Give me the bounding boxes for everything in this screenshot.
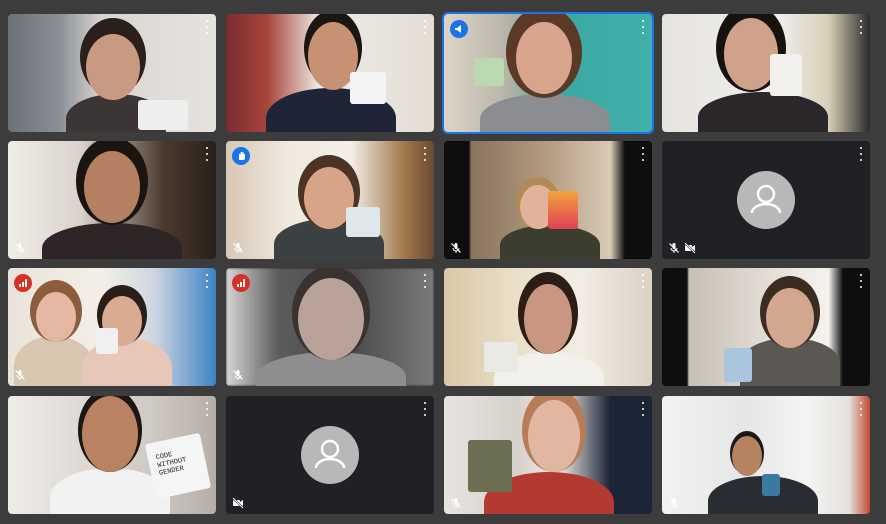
signal-bars-icon <box>232 274 250 292</box>
participant-tile-4[interactable] <box>662 14 870 132</box>
person-face <box>84 151 140 223</box>
mug <box>468 440 512 492</box>
participant-tile-15[interactable] <box>444 396 652 514</box>
mug <box>346 207 380 237</box>
participant-tile-2[interactable] <box>226 14 434 132</box>
mic-off-icon <box>15 243 25 253</box>
mic-off-icon <box>451 243 461 253</box>
mug <box>548 191 578 229</box>
participant-tile-5[interactable] <box>8 141 216 259</box>
mug <box>350 72 386 104</box>
raised-hand-icon <box>232 147 250 165</box>
participant-tile-9[interactable] <box>8 268 216 386</box>
signal-bars-icon <box>14 274 32 292</box>
mug <box>484 342 518 372</box>
mic-off-icon <box>233 370 243 380</box>
participant-tile-3[interactable] <box>444 14 652 132</box>
more-options-icon[interactable] <box>856 146 866 162</box>
more-options-icon[interactable] <box>420 401 430 417</box>
participant-tile-6[interactable] <box>226 141 434 259</box>
more-options-icon[interactable] <box>420 273 430 289</box>
person-face <box>732 436 762 476</box>
mic-off-icon <box>669 498 679 508</box>
camera-off-icon <box>232 497 244 509</box>
participant-tile-10[interactable] <box>226 268 434 386</box>
participant-tile-1[interactable] <box>8 14 216 132</box>
mug <box>724 348 752 382</box>
more-options-icon[interactable] <box>202 273 212 289</box>
mug <box>138 100 188 130</box>
person-face <box>86 34 140 100</box>
more-options-icon[interactable] <box>420 146 430 162</box>
person-face <box>766 288 814 348</box>
camera-off-icon <box>684 242 696 254</box>
participant-tile-12[interactable] <box>662 268 870 386</box>
mic-off-icon <box>669 243 679 253</box>
person-face <box>528 400 580 472</box>
mug <box>770 54 802 96</box>
mug: CODE WITHOUT GENDER <box>144 432 212 500</box>
person-face <box>516 22 572 94</box>
more-options-icon[interactable] <box>420 19 430 35</box>
mic-off-icon <box>233 243 243 253</box>
mug-text: CODE WITHOUT GENDER <box>155 451 188 478</box>
avatar <box>737 171 795 229</box>
mic-off-icon <box>15 370 25 380</box>
more-options-icon[interactable] <box>638 401 648 417</box>
mug <box>474 58 504 86</box>
more-options-icon[interactable] <box>856 401 866 417</box>
more-options-icon[interactable] <box>202 19 212 35</box>
more-options-icon[interactable] <box>202 146 212 162</box>
more-options-icon[interactable] <box>638 273 648 289</box>
participant-tile-7[interactable] <box>444 141 652 259</box>
participant-tile-13[interactable]: CODE WITHOUT GENDER <box>8 396 216 514</box>
more-options-icon[interactable] <box>638 19 648 35</box>
participant-tile-16[interactable] <box>662 396 870 514</box>
person-face <box>524 284 572 354</box>
person-body <box>500 225 600 259</box>
speaker-icon <box>450 20 468 38</box>
person-face <box>298 278 364 360</box>
mug <box>762 474 780 496</box>
participant-tile-11[interactable] <box>444 268 652 386</box>
more-options-icon[interactable] <box>638 146 648 162</box>
person-face <box>82 396 138 472</box>
more-options-icon[interactable] <box>856 19 866 35</box>
more-options-icon[interactable] <box>856 273 866 289</box>
participant-tile-14[interactable] <box>226 396 434 514</box>
participant-tile-8[interactable] <box>662 141 870 259</box>
more-options-icon[interactable] <box>202 401 212 417</box>
mic-off-icon <box>451 498 461 508</box>
mug <box>96 328 118 354</box>
avatar <box>301 426 359 484</box>
person-face-child <box>36 292 76 342</box>
